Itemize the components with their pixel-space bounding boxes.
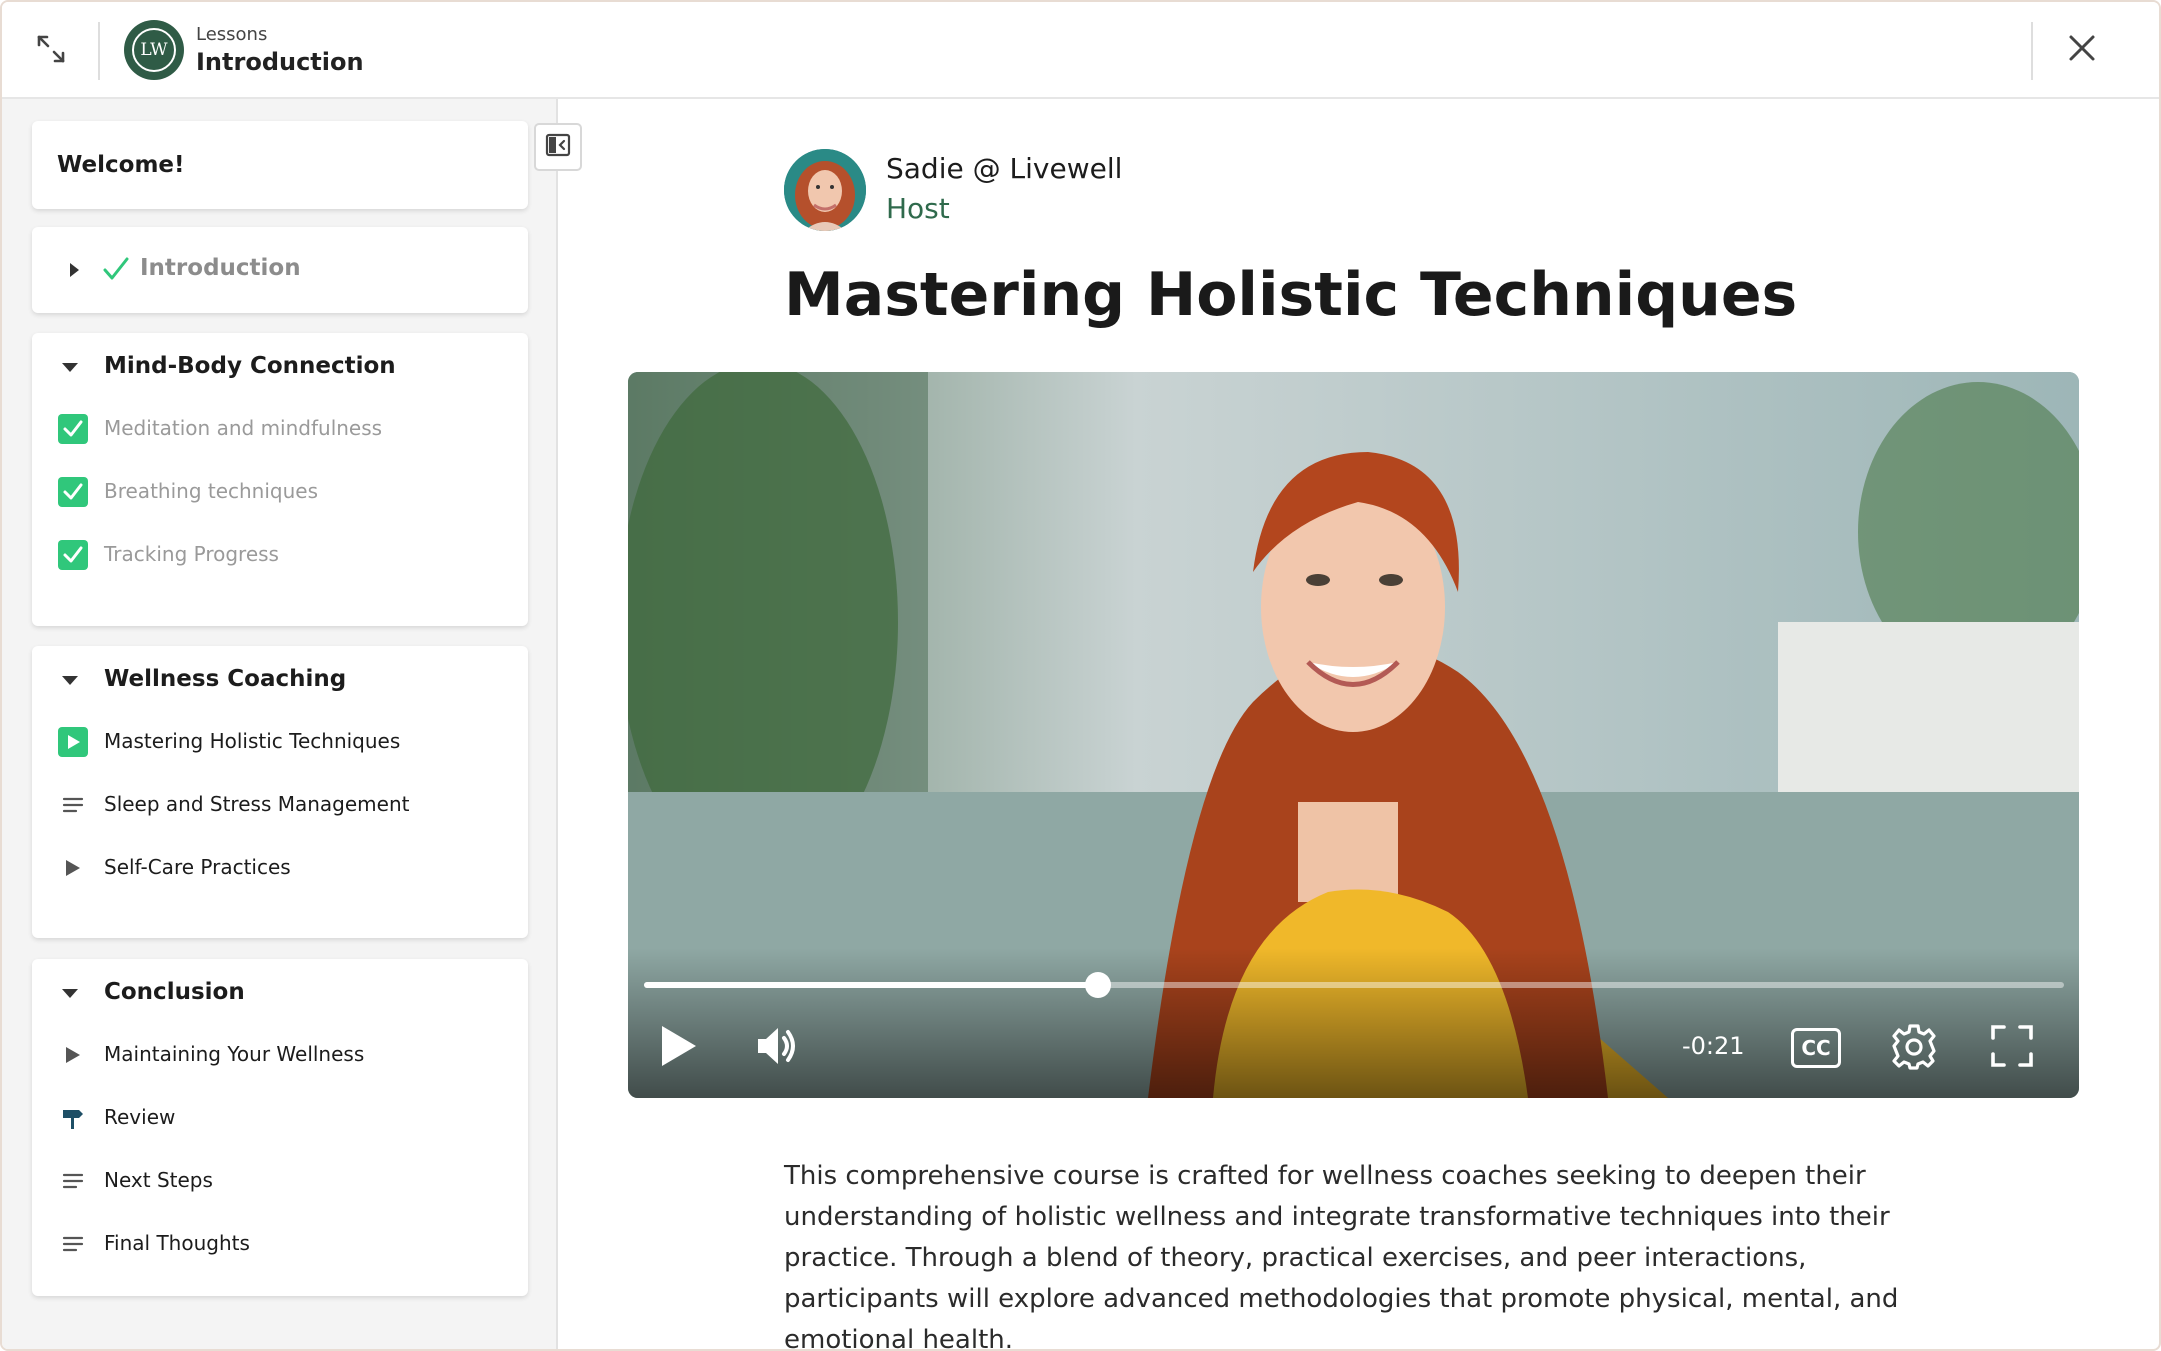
section-wellness-coaching: Wellness Coaching Mastering Holistic Tec… — [32, 646, 528, 938]
header-divider — [98, 22, 100, 80]
lesson-item[interactable]: Final Thoughts — [32, 1223, 528, 1263]
logo-mark: LW — [132, 28, 176, 72]
section-title: Mind-Body Connection — [104, 353, 396, 379]
brand-logo: LW — [124, 20, 184, 80]
top-bar: LW Lessons Introduction — [2, 2, 2159, 99]
play-button[interactable] — [650, 1020, 706, 1076]
lesson-label: Review — [104, 1105, 176, 1129]
lesson-label: Meditation and mindfulness — [104, 416, 383, 440]
section-mind-body-connection: Mind-Body Connection Meditation and mind… — [32, 333, 528, 626]
time-remaining: -0:21 — [1682, 1032, 1745, 1060]
breadcrumb[interactable]: Lessons — [196, 24, 267, 45]
volume-icon — [754, 1024, 802, 1072]
page-title: Introduction — [196, 48, 364, 76]
play-icon — [658, 1024, 698, 1072]
lesson-item[interactable]: Review — [32, 1097, 528, 1137]
lesson-item[interactable]: Maintaining Your Wellness — [32, 1034, 528, 1074]
caret-down-icon — [62, 363, 78, 372]
lesson-label: Final Thoughts — [104, 1231, 250, 1255]
lesson-description: This comprehensive course is crafted for… — [784, 1161, 1899, 1351]
collapse-sidebar-button[interactable] — [534, 123, 582, 171]
fullscreen-button[interactable] — [1984, 1020, 2040, 1076]
volume-button[interactable] — [748, 1020, 808, 1076]
text-lines-icon — [58, 1166, 88, 1196]
check-icon — [58, 477, 88, 507]
header-divider-right — [2031, 22, 2033, 80]
host-avatar — [784, 149, 866, 231]
welcome-card[interactable]: Welcome! — [32, 121, 528, 209]
section-conclusion: Conclusion Maintaining Your Wellness Rev… — [32, 959, 528, 1296]
text-lines-icon — [58, 790, 88, 820]
video-controls — [628, 948, 2079, 1098]
section-title: Wellness Coaching — [104, 666, 347, 692]
lesson-label: Self-Care Practices — [104, 855, 291, 879]
captions-button[interactable]: CC — [1788, 1020, 1844, 1076]
play-icon — [58, 727, 88, 757]
check-icon — [58, 540, 88, 570]
lesson-label: Next Steps — [104, 1168, 213, 1192]
lesson-item[interactable]: Breathing techniques — [32, 471, 528, 511]
caret-down-icon — [62, 676, 78, 685]
lesson-title: Mastering Holistic Techniques — [784, 260, 1798, 330]
gear-icon — [1890, 1022, 1938, 1074]
seek-progress — [644, 982, 1099, 988]
section-introduction[interactable]: Introduction — [32, 227, 528, 313]
fullscreen-icon — [1990, 1024, 2034, 1072]
welcome-label: Welcome! — [57, 152, 185, 178]
lesson-item[interactable]: Sleep and Stress Management — [32, 784, 528, 824]
section-header[interactable]: Conclusion — [32, 971, 528, 1015]
sidebar-toggle-icon — [545, 133, 571, 161]
section-title: Introduction — [140, 255, 301, 281]
host-name: Sadie @ Livewell — [886, 152, 1123, 185]
signpost-icon — [58, 1103, 88, 1133]
app-window: LW Lessons Introduction Welcome! Introdu — [0, 0, 2161, 1351]
lesson-label: Mastering Holistic Techniques — [104, 729, 401, 753]
seek-bar[interactable] — [644, 972, 2064, 998]
check-icon — [58, 414, 88, 444]
caret-down-icon — [62, 989, 78, 998]
lesson-sidebar: Welcome! Introduction Mind-Body Connecti… — [2, 99, 558, 1349]
settings-button[interactable] — [1886, 1020, 1942, 1076]
lesson-label: Breathing techniques — [104, 479, 319, 503]
play-triangle-icon — [58, 1040, 88, 1070]
play-triangle-icon — [58, 853, 88, 883]
captions-icon: CC — [1791, 1028, 1841, 1068]
close-button[interactable] — [2058, 26, 2106, 74]
expand-button[interactable] — [28, 28, 74, 74]
lesson-item-current[interactable]: Mastering Holistic Techniques — [32, 721, 528, 761]
text-lines-icon — [58, 1229, 88, 1259]
section-header[interactable]: Mind-Body Connection — [32, 345, 528, 389]
lesson-label: Maintaining Your Wellness — [104, 1042, 365, 1066]
lesson-item[interactable]: Next Steps — [32, 1160, 528, 1200]
lesson-item[interactable]: Tracking Progress — [32, 534, 528, 574]
section-header[interactable]: Wellness Coaching — [32, 658, 528, 702]
lesson-label: Sleep and Stress Management — [104, 792, 410, 816]
lesson-item[interactable]: Self-Care Practices — [32, 847, 528, 887]
expand-icon — [36, 34, 66, 68]
lesson-item[interactable]: Meditation and mindfulness — [32, 408, 528, 448]
video-player[interactable]: -0:21 CC — [628, 372, 2079, 1098]
caret-right-icon — [70, 263, 79, 277]
host-role: Host — [886, 192, 950, 225]
lesson-label: Tracking Progress — [104, 542, 279, 566]
checkmark-icon — [102, 255, 130, 287]
close-icon — [2067, 33, 2097, 67]
section-title: Conclusion — [104, 979, 245, 1005]
